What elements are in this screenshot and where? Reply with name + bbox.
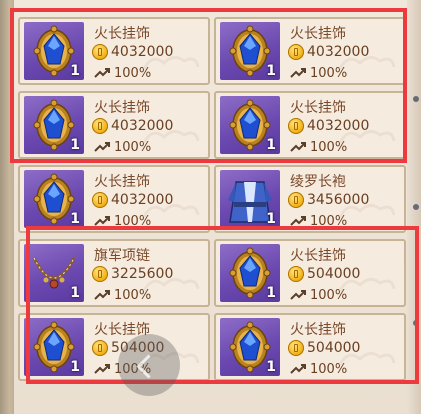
item-card[interactable]: 1 绫罗长袍 3456000 100% <box>214 165 406 233</box>
cloud-decoration <box>338 204 396 218</box>
item-quantity: 1 <box>70 63 80 79</box>
scroll-indicator <box>413 204 419 210</box>
item-thumbnail: 1 <box>220 170 280 228</box>
trend-up-icon <box>94 212 110 231</box>
item-name: 火长挂饰 <box>290 322 346 338</box>
trend-up-icon <box>94 360 110 379</box>
gold-coin-icon <box>92 266 108 282</box>
cloud-decoration <box>142 130 200 144</box>
trend-up-icon <box>290 212 306 231</box>
back-arrow-icon <box>136 354 161 379</box>
item-name: 火长挂饰 <box>94 174 150 190</box>
item-card[interactable]: 1 火长挂饰 4032000 100% <box>18 91 210 159</box>
cloud-decoration <box>338 352 396 366</box>
item-card[interactable]: 1 火长挂饰 504000 100% <box>18 313 210 381</box>
item-name: 火长挂饰 <box>94 26 150 42</box>
item-card[interactable]: 1 火长挂饰 4032000 100% <box>214 91 406 159</box>
scroll-indicator <box>413 96 419 102</box>
trend-up-icon <box>94 64 110 83</box>
trend-up-icon <box>290 64 306 83</box>
trend-up-icon <box>290 360 306 379</box>
item-quantity: 1 <box>70 211 80 227</box>
scroll-indicator <box>413 320 419 326</box>
trend-up-icon <box>290 286 306 305</box>
gold-coin-icon <box>288 192 304 208</box>
gold-coin-icon <box>288 118 304 134</box>
gold-coin-icon <box>288 340 304 356</box>
item-card[interactable]: 1 火长挂饰 504000 100% <box>214 239 406 307</box>
gold-coin-icon <box>288 266 304 282</box>
item-name: 火长挂饰 <box>290 100 346 116</box>
market-screen: 1 火长挂饰 4032000 100% 1 火长挂饰 4032000 100% 1 火长挂饰 403… <box>0 0 421 414</box>
item-quantity: 1 <box>70 359 80 375</box>
cloud-decoration <box>142 204 200 218</box>
cloud-decoration <box>338 130 396 144</box>
item-thumbnail: 1 <box>220 22 280 80</box>
item-card[interactable]: 1 火长挂饰 504000 100% <box>214 313 406 381</box>
item-thumbnail: 1 <box>220 244 280 302</box>
item-thumbnail: 1 <box>24 244 84 302</box>
item-name: 火长挂饰 <box>290 26 346 42</box>
floating-back-button[interactable] <box>118 334 180 396</box>
item-name: 旗军项链 <box>94 248 150 264</box>
item-quantity: 1 <box>70 137 80 153</box>
item-quantity: 1 <box>266 359 276 375</box>
gold-coin-icon <box>288 44 304 60</box>
item-quantity: 1 <box>266 137 276 153</box>
trend-up-icon <box>290 138 306 157</box>
item-card[interactable]: 1 火长挂饰 4032000 100% <box>18 165 210 233</box>
item-thumbnail: 1 <box>24 96 84 154</box>
cloud-decoration <box>338 278 396 292</box>
item-name: 绫罗长袍 <box>290 174 346 190</box>
item-card[interactable]: 1 火长挂饰 4032000 100% <box>214 17 406 85</box>
cloud-decoration <box>338 56 396 70</box>
gold-coin-icon <box>92 340 108 356</box>
item-name: 火长挂饰 <box>94 100 150 116</box>
item-quantity: 1 <box>266 63 276 79</box>
item-card[interactable]: 1 旗军项链 3225600 100% <box>18 239 210 307</box>
item-thumbnail: 1 <box>220 96 280 154</box>
item-thumbnail: 1 <box>24 170 84 228</box>
trend-up-icon <box>94 138 110 157</box>
item-name: 火长挂饰 <box>290 248 346 264</box>
item-thumbnail: 1 <box>24 318 84 376</box>
left-frame <box>0 0 14 414</box>
item-card[interactable]: 1 火长挂饰 4032000 100% <box>18 17 210 85</box>
item-quantity: 1 <box>266 285 276 301</box>
item-quantity: 1 <box>266 211 276 227</box>
item-thumbnail: 1 <box>24 22 84 80</box>
item-thumbnail: 1 <box>220 318 280 376</box>
cloud-decoration <box>142 278 200 292</box>
trend-up-icon <box>94 286 110 305</box>
gold-coin-icon <box>92 118 108 134</box>
gold-coin-icon <box>92 44 108 60</box>
cloud-decoration <box>142 56 200 70</box>
item-quantity: 1 <box>70 285 80 301</box>
gold-coin-icon <box>92 192 108 208</box>
